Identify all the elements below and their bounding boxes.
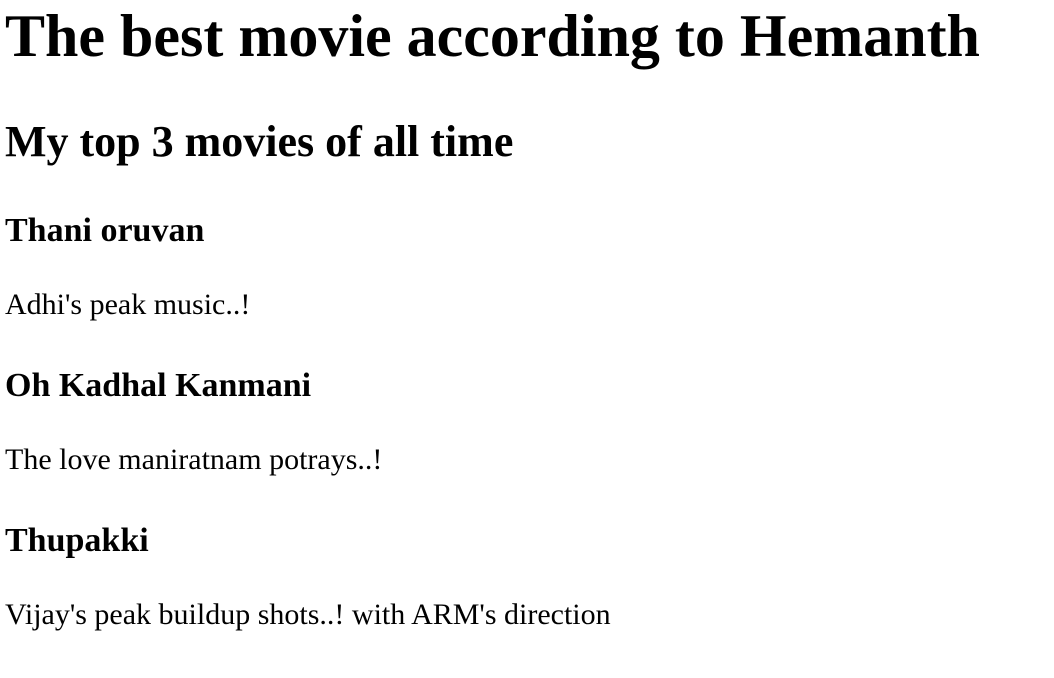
movie-item-3: Thupakki Vijay's peak buildup shots..! w… <box>5 521 611 631</box>
movie-item-2: Oh Kadhal Kanmani The love maniratnam po… <box>5 366 382 476</box>
movie-item-1: Thani oruvan Adhi's peak music..! <box>5 211 250 321</box>
movie-title: Thani oruvan <box>5 212 205 249</box>
movie-description: Adhi's peak music..! <box>5 288 251 321</box>
page-title: The best movie according to Hemanth <box>5 3 980 69</box>
movie-description: Vijay's peak buildup shots..! with ARM's… <box>5 598 611 631</box>
movie-title: Oh Kadhal Kanmani <box>5 367 312 404</box>
movie-description: The love maniratnam potrays..! <box>5 443 383 476</box>
movie-title: Thupakki <box>5 522 149 559</box>
page-subtitle: My top 3 movies of all time <box>5 117 514 166</box>
